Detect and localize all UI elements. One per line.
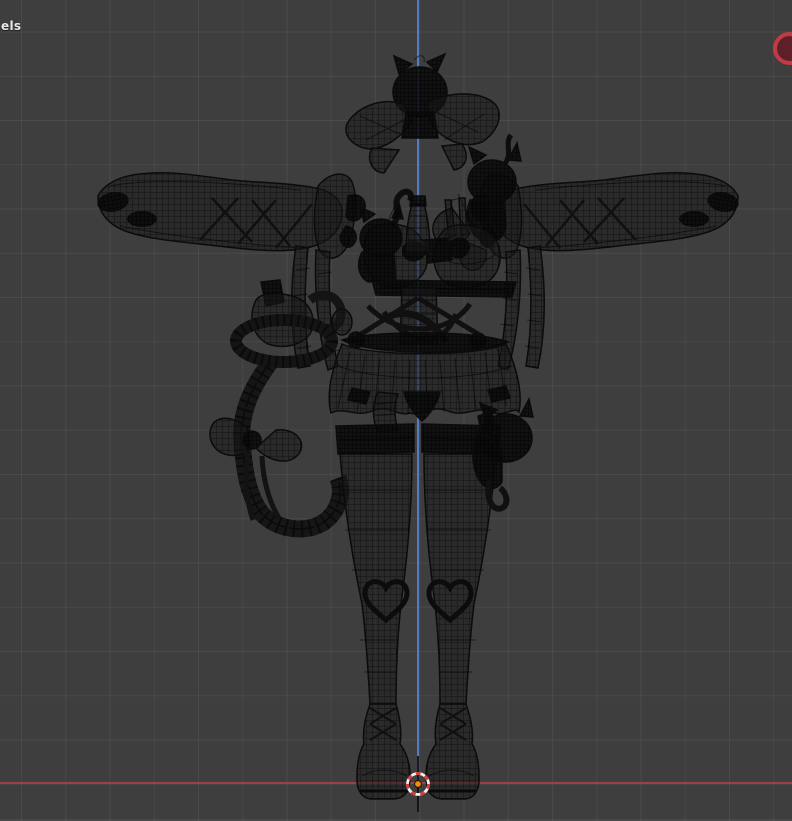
3d-cursor (406, 756, 430, 812)
cursor-center-dot (414, 780, 422, 788)
3d-viewport[interactable]: els (0, 0, 792, 821)
viewport-overlay-label: els (1, 19, 22, 33)
